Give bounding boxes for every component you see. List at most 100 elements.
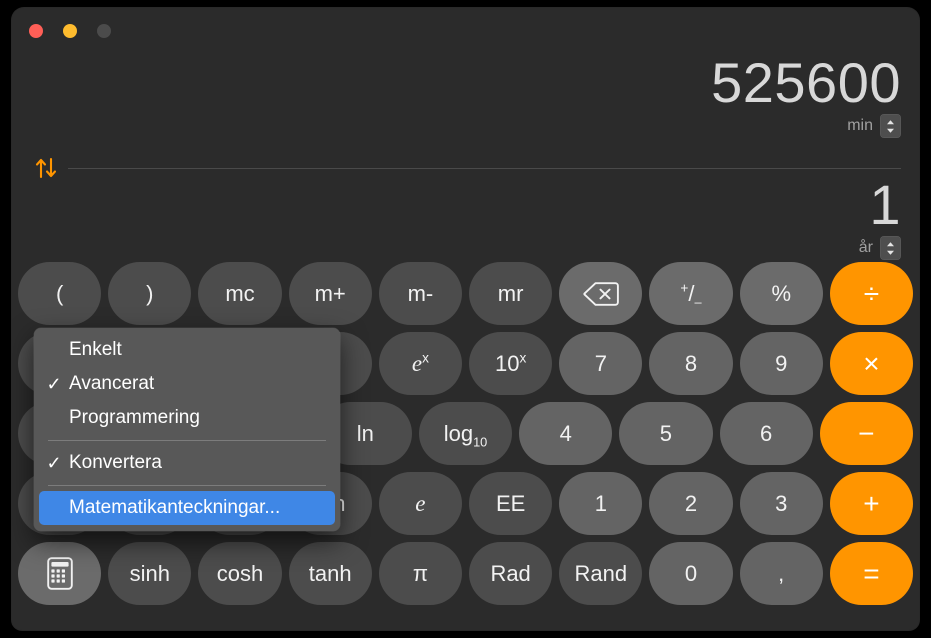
key-label: , [778,560,785,586]
key-label: ) [146,280,154,306]
digit-9-key[interactable]: 9 [739,332,823,395]
digit-2-key[interactable]: 2 [649,472,733,535]
display-top-unit-stepper[interactable] [880,114,901,138]
memory-clear-key[interactable]: mc [198,262,282,325]
key-label: mr [497,280,524,306]
euler-key[interactable]: e [378,472,463,535]
digit-6-key[interactable]: 6 [719,402,813,465]
key-label: 1 [594,490,607,516]
display-area: 525600 min 1 år [12,48,919,260]
calculator-window: 525600 min 1 år () mc m+ m- mr +/– % ÷ … [12,8,919,630]
subtract-key[interactable]: − [819,402,913,465]
key-label: m+ [314,280,346,306]
percent-key[interactable]: % [739,262,823,325]
key-label: 3 [775,490,788,516]
pi-key[interactable]: π [378,542,463,605]
key-label: cosh [216,560,264,586]
key-label: 8 [684,350,698,376]
key-label: 0 [684,560,698,586]
calculator-icon [46,557,73,590]
mode-popup-menu: Enkelt ✓ Avancerat Programmering ✓ Konvertera… [34,328,340,531]
digit-7-key[interactable]: 7 [559,332,643,395]
keypad-row-5: sinh cosh tanh π Rad Rand 0, = [18,542,914,605]
ee-key[interactable]: EE [469,472,553,535]
backspace-icon [583,281,619,306]
checkmark-icon: ✓ [46,373,62,394]
chevron-up-down-icon [887,241,894,255]
key-label: log10 [443,420,488,449]
key-label: + [863,487,880,519]
key-label: mc [225,280,255,306]
menu-item-label: Programmering [69,407,200,428]
key-label: − [858,417,875,449]
hyperbolic-sine-key[interactable]: sinh [108,542,192,605]
menu-item-label: Konvertera [69,452,162,473]
key-label: ex [411,350,429,376]
display-bottom: 1 år [859,176,901,260]
key-label: sinh [129,560,170,586]
display-bottom-unit: år [858,239,873,256]
key-label: e [415,490,426,516]
exp-ten-key[interactable]: 10x [469,332,553,395]
display-bottom-unit-stepper[interactable] [880,236,901,260]
digit-3-key[interactable]: 3 [739,472,823,535]
menu-item-math-notes[interactable]: Matematikanteckningar... [39,491,335,525]
digit-1-key[interactable]: 1 [559,472,643,535]
key-label: ÷ [863,277,880,309]
divide-key[interactable]: ÷ [829,262,914,325]
digit-8-key[interactable]: 8 [649,332,733,395]
chevron-up-down-icon [887,119,894,133]
hyperbolic-tangent-key[interactable]: tanh [288,542,372,605]
log-ten-key[interactable]: log10 [418,402,513,465]
menu-separator [48,440,326,441]
key-label: +/– [680,280,702,309]
key-label: × [863,347,880,379]
exp-e-key[interactable]: ex [378,332,463,395]
menu-item-label: Matematikanteckningar... [69,497,281,518]
sign-toggle-key[interactable]: +/– [649,262,733,325]
radians-key[interactable]: Rad [469,542,553,605]
display-top: 525600 min [711,54,901,138]
key-label: 5 [659,420,673,446]
digit-0-key[interactable]: 0 [649,542,733,605]
menu-item-label: Enkelt [69,339,122,360]
hyperbolic-cosine-key[interactable]: cosh [198,542,282,605]
menu-item-basic[interactable]: Enkelt [39,333,335,367]
menu-item-convert[interactable]: ✓ Konvertera [39,446,335,480]
digit-5-key[interactable]: 5 [619,402,713,465]
key-label: 9 [775,350,788,376]
key-label: m- [407,280,434,306]
close-button[interactable] [29,24,43,38]
mode-selector-key[interactable] [18,542,102,605]
delete-key[interactable] [559,262,643,325]
decimal-separator-key[interactable]: , [739,542,823,605]
add-key[interactable]: + [829,472,914,535]
equals-key[interactable]: = [829,542,914,605]
keypad-row-1: () mc m+ m-mr +/–% ÷ [18,262,914,325]
key-label: Rad [490,560,531,586]
key-label: 6 [760,420,773,446]
minimize-button[interactable] [63,24,77,38]
menu-separator [48,485,326,486]
random-key[interactable]: Rand [559,542,643,605]
key-label: 7 [594,350,607,376]
key-label: π [412,560,428,586]
memory-add-key[interactable]: m+ [288,262,372,325]
digit-4-key[interactable]: 4 [519,402,613,465]
display-bottom-unit-row: år [859,236,901,260]
menu-item-label: Avancerat [69,373,155,394]
key-label: % [771,280,791,306]
memory-recall-key[interactable]: mr [469,262,553,325]
memory-subtract-key[interactable]: m- [378,262,463,325]
paren-open-key[interactable]: ( [18,262,102,325]
swap-vertical-arrows-icon[interactable] [34,156,60,180]
multiply-key[interactable]: × [829,332,914,395]
menu-item-programmer[interactable]: Programmering [39,401,335,435]
paren-close-key[interactable]: ) [108,262,192,325]
key-label: 10x [494,350,527,376]
key-label: tanh [308,560,352,586]
menu-item-scientific[interactable]: ✓ Avancerat [39,367,335,401]
display-top-unit-row: min [711,114,901,138]
display-top-value: 525600 [711,51,901,114]
display-bottom-value: 1 [869,173,901,236]
